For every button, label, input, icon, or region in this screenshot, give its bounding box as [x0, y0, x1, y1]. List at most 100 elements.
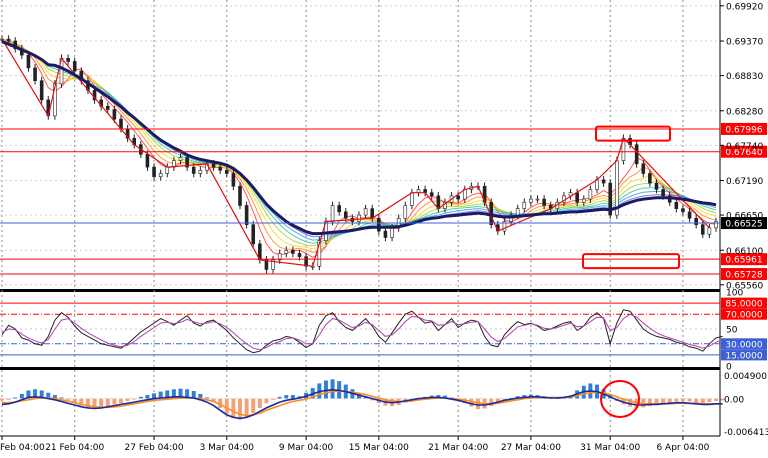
oscillator-tick-label: 100: [726, 289, 743, 299]
candle-body: [641, 163, 646, 174]
candle-body: [634, 144, 639, 165]
candle-body: [595, 179, 599, 190]
price-tick-label: 0.66100: [726, 247, 763, 257]
macd-histogram-bar: [105, 398, 110, 407]
price-tick-label: 0.69370: [726, 38, 763, 48]
candle-body: [291, 249, 295, 254]
level-label: 0.67996: [725, 125, 762, 135]
candle-body: [105, 105, 110, 110]
candle-body: [251, 224, 256, 245]
candle-body: [231, 173, 236, 187]
candle-body: [429, 192, 434, 197]
price-tick-label: 0.68830: [726, 72, 763, 82]
macd-histogram-bar: [284, 395, 289, 399]
macd-histogram-bar: [224, 398, 229, 414]
macd-histogram-bar: [489, 398, 494, 407]
oscillator-level-label: 30.0000: [725, 340, 762, 350]
macd-histogram-bar: [238, 398, 242, 420]
oscillator-tick-label: 50: [726, 326, 738, 336]
candle-body: [244, 205, 249, 225]
price-tick-label: 0.67190: [726, 177, 763, 187]
candle-body: [390, 227, 394, 238]
candle-body: [707, 227, 712, 235]
macd-histogram-bar: [251, 398, 256, 414]
candle-body: [588, 189, 593, 200]
macd-histogram-bar: [330, 379, 335, 399]
candle-body: [33, 67, 37, 81]
candle-body: [377, 217, 381, 232]
macd-histogram-bar: [700, 398, 705, 404]
candle-body: [39, 80, 44, 101]
candle-body: [158, 173, 163, 177]
candle-body: [535, 198, 540, 201]
panel-separator: [0, 289, 720, 292]
time-tick-label: 3 Mar 04:00: [200, 443, 255, 453]
candle-body: [370, 208, 375, 219]
candle-body: [383, 230, 388, 238]
macd-histogram-bar: [145, 395, 150, 399]
candle-body: [112, 109, 117, 120]
level-label: 0.65961: [725, 256, 762, 266]
price-tick-label: 0.66650: [726, 212, 763, 222]
macd-histogram-bar: [112, 398, 117, 405]
candle-body: [26, 54, 31, 69]
chart-canvas: 0.679960.676400.659610.657280.665250.699…: [0, 0, 768, 454]
candle-body: [211, 163, 216, 168]
candle-body: [700, 224, 705, 235]
time-tick-label: 21 Mar 04:00: [428, 443, 488, 453]
level-label: 0.65728: [725, 271, 762, 281]
candle-body: [674, 201, 679, 209]
candle-body: [714, 221, 718, 229]
macd-histogram-bar: [476, 398, 480, 410]
candle-body: [654, 182, 659, 190]
candle-body: [515, 208, 520, 216]
candle-body: [581, 198, 586, 203]
candle-body: [284, 249, 289, 254]
price-tick-label: 0.67740: [726, 142, 763, 152]
candle-body: [410, 192, 414, 206]
candle-body: [297, 253, 302, 257]
candle-body: [72, 61, 77, 72]
candle-body: [337, 205, 341, 213]
candle-body: [687, 211, 692, 219]
candle-body: [6, 38, 11, 42]
macd-histogram-bar: [119, 398, 123, 404]
candle-body: [165, 166, 170, 174]
candle-body: [601, 179, 606, 184]
time-tick-label: 27 Feb 04:00: [125, 443, 184, 453]
candle-body: [178, 157, 183, 161]
candle-body: [218, 166, 222, 171]
macd-histogram-bar: [707, 398, 712, 403]
candle-body: [238, 185, 242, 206]
candle-body: [145, 153, 150, 168]
candle-body: [343, 211, 348, 219]
candle-body: [191, 166, 196, 174]
candle-body: [681, 208, 685, 213]
macd-histogram-bar: [264, 398, 269, 404]
time-tick-label: 6 Apr 04:00: [656, 443, 709, 453]
oscillator-level-label: 15.0000: [725, 351, 762, 361]
time-tick-label: 15 Mar 04:00: [349, 443, 409, 453]
time-tick-label: 27 Mar 04:00: [501, 443, 561, 453]
macd-histogram-bar: [694, 398, 699, 403]
candle-body: [694, 217, 698, 225]
macd-tick-label: 0.00: [724, 396, 744, 406]
time-tick-label: 9 Mar 04:00: [279, 443, 334, 453]
panel-separator: [0, 367, 720, 370]
macd-histogram-bar: [290, 395, 295, 399]
candle-body: [403, 205, 408, 219]
candle-body: [661, 189, 665, 197]
price-tick-label: 0.69920: [726, 2, 763, 12]
candle-body: [648, 173, 652, 184]
candle-body: [363, 208, 368, 216]
candle-body: [542, 198, 546, 206]
candle-body: [330, 205, 335, 222]
candle-body: [529, 198, 533, 203]
candle-body: [522, 201, 527, 209]
oscillator-tick-label: 0: [726, 363, 732, 373]
trading-chart: 0.67996 0.67640 0.65961 0.65728 0.66525 0.699…: [0, 0, 768, 454]
candle-body: [198, 169, 203, 174]
time-tick-label: Feb 04:00: [0, 443, 45, 453]
price-tick-label: 0.68280: [726, 107, 763, 117]
macd-histogram-bar: [19, 393, 24, 399]
